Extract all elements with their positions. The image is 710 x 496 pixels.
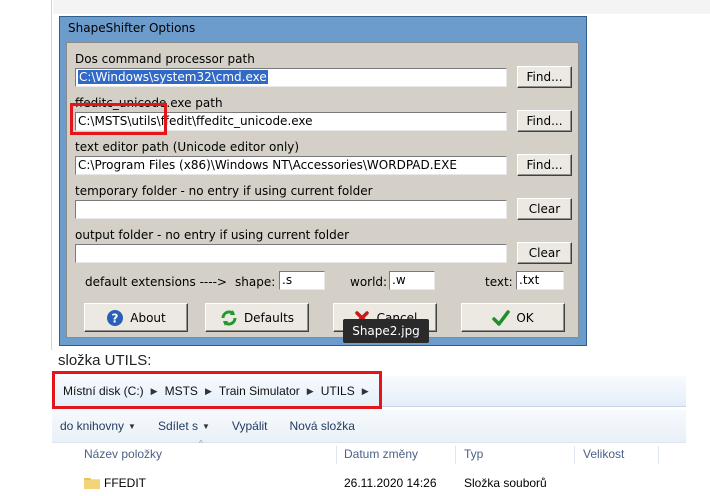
column-date-header[interactable]: Datum změny [344, 447, 418, 461]
defaults-button[interactable]: Defaults [205, 303, 309, 332]
toolbar-label: do knihovny [60, 419, 125, 433]
background-strip [53, 0, 710, 14]
output-clear-button[interactable]: Clear [517, 242, 572, 264]
shapeshifter-options-dialog: ShapeShifter Options Dos command process… [59, 16, 587, 346]
breadcrumb-msts[interactable]: MSTS [158, 384, 205, 398]
ffeditc-path-label: ffeditc_unicode.exe path [75, 96, 223, 110]
breadcrumb-local-disk[interactable]: Místní disk (C:) [56, 384, 151, 398]
about-label: About [130, 310, 166, 325]
editor-path-value: C:\Program Files (x86)\Windows NT\Access… [78, 158, 457, 172]
help-icon: ? [106, 309, 124, 327]
text-ext-label: text: [485, 275, 513, 289]
toolbar-label: Vypálit [231, 419, 268, 433]
folder-icon [84, 478, 100, 489]
about-button[interactable]: ? About [84, 303, 188, 332]
column-divider[interactable] [455, 446, 456, 464]
world-ext-label: world: [350, 275, 388, 289]
breadcrumb-separator-icon[interactable]: ▶ [205, 386, 212, 397]
dos-find-button[interactable]: Find... [517, 66, 572, 88]
file-name: FFEDIT [104, 476, 146, 490]
editor-path-input[interactable]: C:\Program Files (x86)\Windows NT\Access… [75, 156, 507, 175]
output-folder-label: output folder - no entry if using curren… [75, 228, 350, 242]
clear-label: Clear [528, 202, 561, 216]
refresh-icon [220, 309, 238, 327]
breadcrumb-separator-icon[interactable]: ▶ [307, 386, 314, 397]
dialog-title: ShapeShifter Options [68, 21, 196, 35]
column-divider[interactable] [336, 446, 337, 464]
ok-label: OK [516, 310, 534, 325]
shape-ext-label: shape: [235, 275, 276, 289]
new-folder-button[interactable]: Nová složka [290, 419, 355, 433]
file-date: 26.11.2020 14:26 [344, 476, 437, 490]
find-label: Find... [526, 158, 563, 172]
caption-text: složka UTILS: [58, 352, 152, 369]
breadcrumb-separator-icon[interactable]: ▶ [362, 386, 369, 397]
breadcrumb-train-simulator[interactable]: Train Simulator [212, 384, 307, 398]
column-divider[interactable] [574, 446, 575, 464]
breadcrumb-separator-icon[interactable]: ▶ [151, 386, 158, 397]
ffeditc-path-value: C:\MSTS\utils\ffedit\ffeditc_unicode.exe [78, 114, 313, 128]
temp-clear-button[interactable]: Clear [517, 198, 572, 220]
find-label: Find... [526, 114, 563, 128]
toolbar-label: Nová složka [289, 419, 355, 433]
column-divider[interactable] [658, 446, 659, 464]
dos-path-label: Dos command processor path [75, 52, 255, 66]
dos-path-value: C:\Windows\system32\cmd.exe [78, 70, 268, 84]
shape-ext-input[interactable]: .s [279, 271, 325, 290]
dialog-body: Dos command processor path C:\Windows\sy… [66, 42, 579, 338]
clear-label: Clear [528, 246, 561, 260]
ffeditc-find-button[interactable]: Find... [517, 110, 572, 132]
find-label: Find... [526, 70, 563, 84]
share-with-button[interactable]: Sdílet s ▼ [158, 419, 210, 433]
sort-caret-icon: ^ [199, 439, 203, 448]
filename-tooltip: Shape2.jpg [343, 319, 429, 343]
ok-button[interactable]: OK [461, 303, 565, 332]
column-headers: Název položky ^ Datum změny Typ Velikost [80, 439, 686, 464]
temp-folder-label: temporary folder - no entry if using cur… [75, 184, 373, 198]
dos-path-input[interactable]: C:\Windows\system32\cmd.exe [75, 68, 507, 87]
defaults-label: Defaults [243, 310, 295, 325]
column-size-header[interactable]: Velikost [583, 447, 624, 461]
breadcrumb-utils[interactable]: UTILS [314, 384, 362, 398]
check-icon [492, 309, 511, 327]
ffeditc-path-input[interactable]: C:\MSTS\utils\ffedit\ffeditc_unicode.exe [75, 112, 507, 131]
toolbar-label: Sdílet s [157, 419, 198, 433]
default-extensions-label: default extensions ----> [85, 275, 227, 289]
svg-text:?: ? [112, 311, 119, 325]
dropdown-caret-icon: ▼ [202, 421, 210, 431]
editor-find-button[interactable]: Find... [517, 154, 572, 176]
address-bar[interactable]: Místní disk (C:) ▶ MSTS ▶ Train Simulato… [56, 376, 686, 407]
file-list-row[interactable]: FFEDIT 26.11.2020 14:26 Složka souborů [80, 474, 686, 494]
burn-button[interactable]: Vypálit [232, 419, 268, 433]
dropdown-caret-icon: ▼ [128, 421, 136, 431]
world-ext-input[interactable]: .w [389, 271, 435, 290]
column-name-header[interactable]: Název položky [84, 447, 162, 461]
page-divider [51, 0, 52, 350]
text-ext-input[interactable]: .txt [516, 271, 564, 290]
file-type: Složka souborů [464, 476, 547, 490]
output-folder-input[interactable] [75, 244, 507, 263]
column-type-header[interactable]: Typ [464, 447, 483, 461]
explorer-toolbar: do knihovny ▼ Sdílet s ▼ Vypálit Nová slož… [52, 410, 686, 443]
temp-folder-input[interactable] [75, 200, 507, 219]
editor-path-label: text editor path (Unicode editor only) [75, 140, 300, 154]
include-in-library-button[interactable]: do knihovny ▼ [60, 419, 136, 433]
